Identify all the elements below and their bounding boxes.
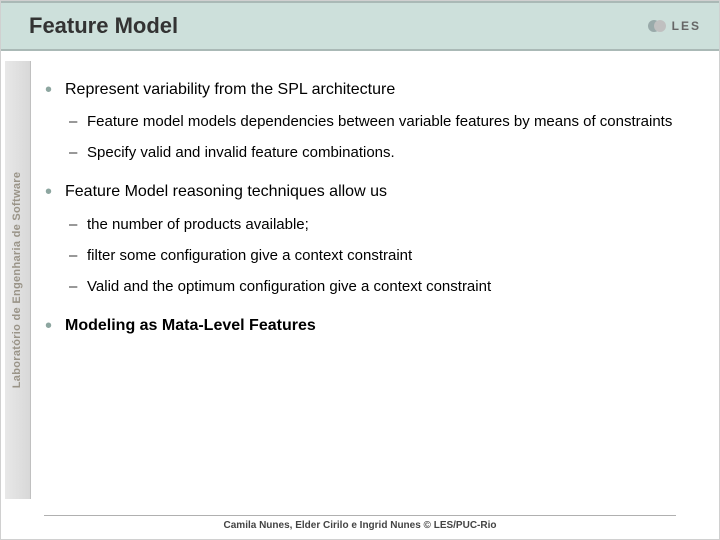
slide-title: Feature Model bbox=[29, 13, 178, 39]
footer-text: Camila Nunes, Elder Cirilo e Ingrid Nune… bbox=[1, 520, 719, 531]
bullet-2: Feature Model reasoning techniques allow… bbox=[43, 181, 701, 296]
bullet-1: Represent variability from the SPL archi… bbox=[43, 79, 701, 163]
footer-divider bbox=[44, 515, 676, 516]
bullet-2-text: Feature Model reasoning techniques allow… bbox=[65, 183, 387, 200]
bullet-1-text: Represent variability from the SPL archi… bbox=[65, 81, 395, 98]
slide-content: Represent variability from the SPL archi… bbox=[43, 61, 701, 494]
slide-header: Feature Model LES bbox=[1, 1, 719, 51]
sidebar-strip: Laboratório de Engenharia de Software bbox=[5, 61, 31, 499]
slide-footer: Camila Nunes, Elder Cirilo e Ingrid Nune… bbox=[1, 515, 719, 531]
bullet-3-text: Modeling as Mata-Level Features bbox=[65, 317, 316, 334]
logo-text: LES bbox=[672, 19, 701, 33]
bullet-2-sub-3: Valid and the optimum configuration give… bbox=[65, 276, 701, 297]
bullet-2-sub-1: the number of products available; bbox=[65, 214, 701, 235]
bullet-1-sub-2: Specify valid and invalid feature combin… bbox=[65, 142, 701, 163]
bullet-2-sub-2: filter some configuration give a context… bbox=[65, 245, 701, 266]
logo: LES bbox=[652, 19, 701, 33]
bullet-1-sub-1: Feature model models dependencies betwee… bbox=[65, 111, 701, 132]
logo-circles-icon bbox=[652, 20, 666, 32]
sidebar-label: Laboratório de Engenharia de Software bbox=[12, 172, 24, 388]
bullet-3: Modeling as Mata-Level Features bbox=[43, 315, 701, 337]
